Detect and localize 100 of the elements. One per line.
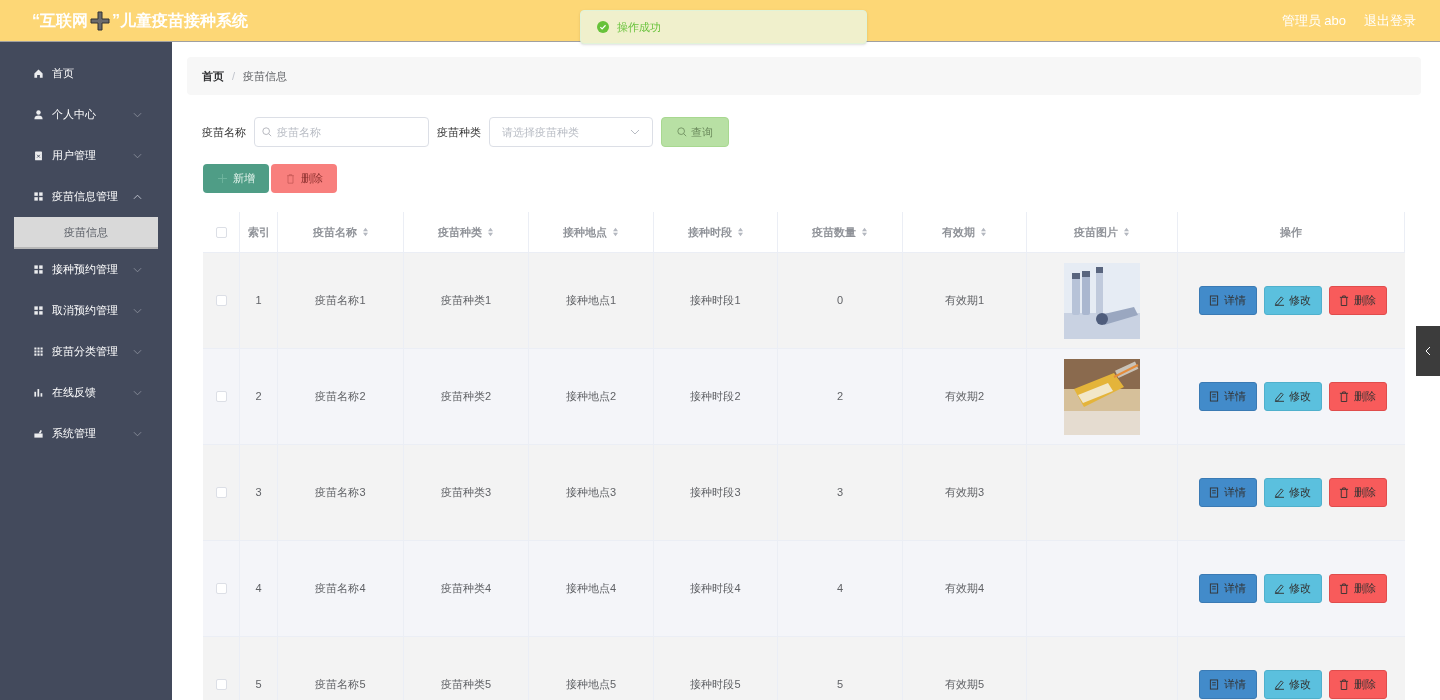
- detail-button[interactable]: 详情: [1198, 382, 1257, 411]
- document-icon: [1209, 583, 1219, 594]
- sort-icon[interactable]: [612, 227, 619, 237]
- document-icon: [1209, 295, 1219, 306]
- submenu-item[interactable]: 疫苗信息: [14, 217, 158, 249]
- delete-button[interactable]: 删除: [1328, 382, 1387, 411]
- sidebar-item[interactable]: 系统管理: [0, 413, 172, 454]
- table-cell-text: 2: [255, 389, 262, 405]
- column-header[interactable]: 接种时段: [687, 223, 732, 241]
- pencil-icon: [1274, 391, 1284, 402]
- table-cell-text: 疫苗种类5: [440, 677, 492, 693]
- breadcrumb-link[interactable]: 首页: [202, 67, 224, 85]
- detail-button[interactable]: 详情: [1198, 574, 1257, 603]
- chevron-left-icon: [1425, 346, 1431, 356]
- search-field[interactable]: 疫苗名称: [254, 117, 429, 147]
- field-label: 疫苗名称: [202, 124, 246, 140]
- table-cell-text: 疫苗种类4: [440, 581, 492, 597]
- trash-icon: [1339, 583, 1349, 594]
- table-cell-text: 接种地点4: [565, 581, 617, 597]
- table-cell-text: 疫苗名称4: [315, 581, 366, 597]
- query-button[interactable]: 查询: [661, 117, 729, 147]
- column-header[interactable]: 接种地点: [563, 223, 607, 241]
- sort-icon[interactable]: [1123, 227, 1130, 237]
- edit-button[interactable]: 修改: [1263, 382, 1322, 411]
- sidebar-item[interactable]: 首页: [0, 53, 172, 94]
- table-cell-text: 接种时段4: [690, 581, 741, 597]
- detail-button[interactable]: 详情: [1198, 478, 1257, 507]
- plus-icon: [90, 10, 110, 31]
- document-icon: [1209, 487, 1219, 498]
- home-icon: [33, 68, 44, 79]
- app-title: “互联网: [32, 10, 88, 31]
- edit-button[interactable]: 修改: [1263, 286, 1322, 315]
- delete-button[interactable]: 删除: [1328, 574, 1387, 603]
- edit-button[interactable]: 修改: [1263, 574, 1322, 603]
- sidebar-item[interactable]: 在线反馈: [0, 372, 172, 413]
- table-cell-text: 有效期4: [944, 581, 985, 597]
- table-cell-text: 2: [836, 389, 844, 405]
- pencil-icon: [1274, 295, 1284, 306]
- table-cell-text: 疫苗种类2: [440, 389, 492, 405]
- clipboard-icon: [33, 150, 44, 161]
- grid-icon: [33, 346, 44, 357]
- detail-button[interactable]: 详情: [1198, 670, 1257, 699]
- table-cell-text: 接种地点2: [565, 389, 617, 405]
- sidebar-item[interactable]: 接种预约管理: [0, 249, 172, 290]
- document-icon: [1209, 679, 1219, 690]
- trash-icon: [1339, 487, 1349, 498]
- table-cell-text: 3: [836, 485, 844, 501]
- checkbox[interactable]: [215, 679, 227, 690]
- table-cell-text: 接种时段3: [690, 485, 741, 501]
- user-name: 管理员 abo: [1281, 11, 1346, 30]
- sort-icon[interactable]: [361, 227, 369, 237]
- checkbox[interactable]: [215, 295, 227, 306]
- sort-icon[interactable]: [487, 227, 494, 237]
- collapse-tab[interactable]: [1416, 326, 1440, 376]
- edit-button[interactable]: 修改: [1263, 670, 1322, 699]
- document-icon: [1209, 391, 1219, 402]
- column-header[interactable]: 疫苗名称: [312, 223, 357, 241]
- pencil-icon: [1274, 583, 1284, 594]
- table-cell-text: 有效期3: [944, 485, 985, 501]
- sidebar-item[interactable]: 取消预约管理: [0, 290, 172, 331]
- grid-icon: [33, 264, 44, 275]
- breadcrumb-separator: /: [232, 68, 236, 84]
- sidebar-item[interactable]: 疫苗分类管理: [0, 331, 172, 372]
- add-button[interactable]: 新增: [203, 164, 269, 193]
- grid-icon: [33, 191, 44, 202]
- trash-icon: [1339, 295, 1349, 306]
- checkbox[interactable]: [215, 226, 227, 238]
- table-cell-text: 4: [255, 581, 262, 597]
- sidebar-item[interactable]: 个人中心: [0, 94, 172, 135]
- field-label: 疫苗种类: [437, 124, 481, 140]
- table-cell-text: 1: [255, 293, 262, 309]
- checkbox[interactable]: [215, 583, 227, 594]
- table-cell-text: 0: [836, 293, 844, 309]
- column-header[interactable]: 疫苗图片: [1074, 223, 1118, 241]
- detail-button[interactable]: 详情: [1198, 286, 1257, 315]
- checkbox[interactable]: [215, 487, 227, 498]
- column-header[interactable]: 操作: [1280, 223, 1302, 241]
- sort-icon[interactable]: [861, 227, 868, 237]
- search-icon: [677, 127, 687, 137]
- edit-button[interactable]: 修改: [1263, 478, 1322, 507]
- app-title: ”儿童疫苗接种系统: [112, 10, 248, 31]
- column-header[interactable]: 疫苗数量: [812, 223, 856, 241]
- column-header[interactable]: 疫苗种类: [438, 223, 482, 241]
- table-cell-text: 接种地点3: [565, 485, 617, 501]
- sort-icon[interactable]: [980, 227, 987, 237]
- table-cell-text: 接种时段2: [690, 389, 741, 405]
- briefcase-icon: [33, 428, 44, 439]
- success-icon: [597, 21, 609, 33]
- delete-button[interactable]: 删除: [271, 164, 337, 193]
- table-cell-text: 疫苗名称5: [315, 677, 366, 693]
- sidebar-item[interactable]: 用户管理: [0, 135, 172, 176]
- delete-button[interactable]: 删除: [1328, 286, 1387, 315]
- checkbox[interactable]: [215, 391, 227, 402]
- sort-icon[interactable]: [736, 227, 744, 237]
- column-header[interactable]: 索引: [247, 223, 270, 241]
- column-header[interactable]: 有效期: [942, 223, 975, 241]
- sidebar-item[interactable]: 疫苗信息管理: [0, 176, 172, 217]
- delete-button[interactable]: 删除: [1328, 670, 1387, 699]
- delete-button[interactable]: 删除: [1328, 478, 1387, 507]
- user-icon: [33, 109, 44, 120]
